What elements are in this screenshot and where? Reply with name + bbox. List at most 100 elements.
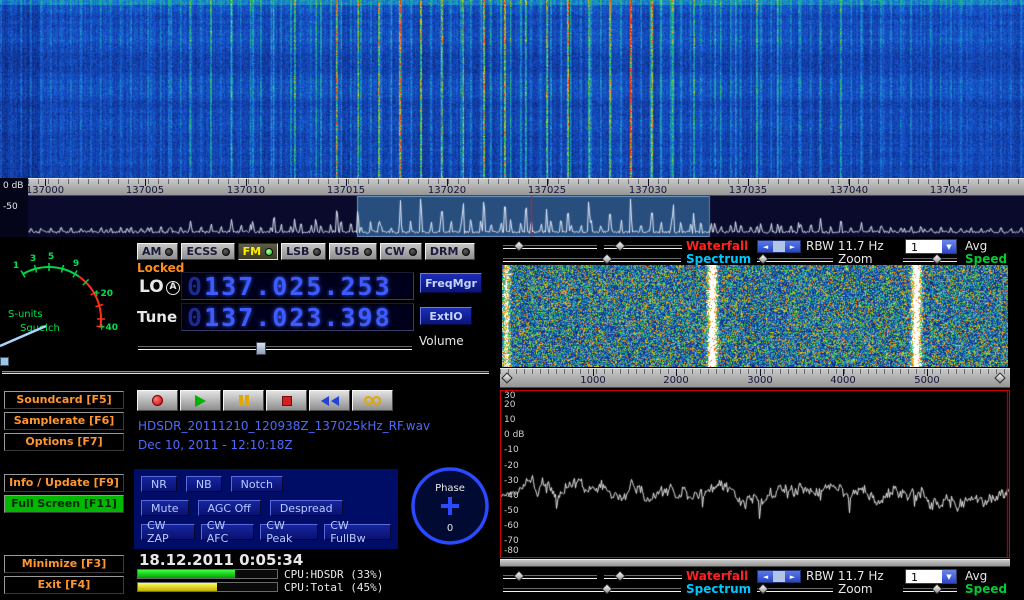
mode-am-button[interactable]: AM	[137, 243, 178, 260]
rbw-decrease-icon[interactable]: ◄	[758, 241, 773, 252]
squelch-handle[interactable]	[0, 357, 9, 366]
cw-fullbw-button[interactable]: CW FullBw	[324, 524, 391, 540]
recording-filename: HDSDR_20111210_120938Z_137025kHz_RF.wav	[138, 419, 430, 433]
audio-frequency-scale[interactable]: 1000 2000 3000 4000 5000	[500, 368, 1010, 388]
squelch-slider-track[interactable]	[2, 371, 489, 374]
freqmgr-button[interactable]: FreqMgr	[420, 273, 482, 293]
mode-drm-button[interactable]: DRM	[425, 243, 476, 260]
audio-scale-left-handle[interactable]	[501, 372, 512, 383]
rewind-icon	[321, 396, 329, 406]
rewind-button[interactable]	[309, 390, 350, 411]
lock-badge[interactable]: A	[166, 281, 180, 295]
audio-scale-right-handle[interactable]	[994, 372, 1005, 383]
s-meter-label: 5	[48, 252, 54, 262]
lo-label: LO	[139, 277, 164, 297]
waterfall-lower-handle-bottom[interactable]	[614, 570, 625, 581]
rbw-label-bottom: RBW 11.7 Hz	[806, 569, 884, 583]
volume-slider-handle[interactable]	[256, 342, 266, 355]
audio-waterfall-display[interactable]	[502, 265, 1008, 367]
mode-lsb-button[interactable]: LSB	[281, 243, 326, 260]
zoom-handle-bottom[interactable]	[757, 583, 768, 594]
extio-button[interactable]: ExtIO	[420, 307, 472, 325]
usb-led-icon	[364, 248, 372, 256]
main-frequency-scale[interactable]: 137000 137005 137010 137015 137020 13702…	[28, 178, 1024, 196]
speed-handle[interactable]	[931, 253, 942, 264]
spectrum-range-handle[interactable]	[601, 253, 612, 264]
fm-led-icon	[265, 248, 273, 256]
play-button[interactable]	[180, 390, 221, 411]
spectrum-range-handle-bottom[interactable]	[601, 583, 612, 594]
rbw-increase-icon[interactable]: ►	[785, 241, 800, 252]
play-icon	[195, 395, 206, 407]
chevron-down-icon[interactable]: ▼	[942, 240, 956, 253]
waterfall-lower-slider-bottom[interactable]	[604, 575, 682, 579]
tune-frequency-display[interactable]: 0137.023.398	[181, 303, 414, 331]
agc-off-button[interactable]: AGC Off	[198, 500, 261, 516]
fullscreen-button[interactable]: Full Screen [F11]	[4, 495, 124, 513]
soundcard-button[interactable]: Soundcard [F5]	[4, 391, 124, 409]
audio-spectrum-panel: 30 20 10 0 dB -10 -20 -30 -40 -50 -60 -7…	[500, 390, 1010, 558]
chevron-down-icon[interactable]: ▼	[942, 570, 956, 583]
mode-fm-button[interactable]: FM	[238, 243, 278, 260]
record-icon	[152, 395, 163, 406]
spectrum-range-slider[interactable]	[503, 258, 681, 262]
info-update-button[interactable]: Info / Update [F9]	[4, 474, 124, 492]
speed-handle-bottom[interactable]	[931, 583, 942, 594]
options-button[interactable]: Options [F7]	[4, 433, 124, 451]
main-waterfall-display[interactable]	[0, 0, 1024, 178]
zoom-slider-bottom[interactable]	[757, 588, 833, 592]
waterfall-upper-slider-bottom[interactable]	[503, 575, 597, 579]
hdsdr-window: 0 dB 137000 137005 137010 137015 137020 …	[0, 0, 1024, 600]
waterfall-upper-handle-bottom[interactable]	[513, 570, 524, 581]
zoom-slider[interactable]	[757, 258, 833, 262]
db-axis-label: -70	[504, 536, 519, 546]
despread-button[interactable]: Despread	[270, 500, 343, 516]
rbw-increase-icon[interactable]: ►	[785, 571, 800, 582]
cpu-total-label: CPU:Total (45%)	[284, 581, 383, 594]
speed-label-bottom: Speed	[965, 582, 1007, 596]
samplerate-button[interactable]: Samplerate [F6]	[4, 412, 124, 430]
cw-afc-button[interactable]: CW AFC	[201, 524, 255, 540]
nb-button[interactable]: NB	[186, 476, 222, 492]
cw-zap-button[interactable]: CW ZAP	[141, 524, 195, 540]
freq-tick-label: 137015	[327, 185, 365, 196]
avg-select[interactable]: 1 ▼	[905, 239, 957, 254]
nr-button[interactable]: NR	[141, 476, 177, 492]
audio-tick-label: 4000	[830, 375, 855, 386]
loop-button[interactable]	[352, 390, 393, 411]
audio-scrollbar[interactable]	[500, 559, 1010, 567]
rbw-decrease-icon[interactable]: ◄	[758, 571, 773, 582]
waterfall-upper-slider[interactable]	[503, 245, 597, 249]
speed-slider[interactable]	[903, 258, 957, 262]
zoom-handle[interactable]	[757, 253, 768, 264]
spectrum-range-slider-bottom[interactable]	[503, 588, 681, 592]
minimize-button[interactable]: Minimize [F3]	[4, 555, 124, 573]
waterfall-lower-handle[interactable]	[614, 240, 625, 251]
rbw-spinner[interactable]: ◄ ►	[757, 240, 801, 253]
speed-slider-bottom[interactable]	[903, 588, 957, 592]
mode-usb-button[interactable]: USB	[329, 243, 376, 260]
exit-button[interactable]: Exit [F4]	[4, 576, 124, 594]
volume-label: Volume	[419, 334, 464, 348]
pause-button[interactable]	[223, 390, 264, 411]
waterfall-label: Waterfall	[686, 239, 748, 253]
record-button[interactable]	[137, 390, 178, 411]
avg-select-bottom[interactable]: 1 ▼	[905, 569, 957, 584]
pause-icon	[239, 395, 243, 406]
lo-frequency-display[interactable]: 0137.025.253	[181, 272, 414, 300]
mode-cw-button[interactable]: CW	[380, 243, 422, 260]
mute-button[interactable]: Mute	[141, 500, 189, 516]
mode-ecss-button[interactable]: ECSS	[181, 243, 234, 260]
notch-button[interactable]: Notch	[231, 476, 283, 492]
waterfall-upper-handle[interactable]	[513, 240, 524, 251]
audio-spectrum-display[interactable]	[501, 391, 1009, 557]
freq-tick-label: 137035	[729, 185, 767, 196]
minor-ticks	[28, 179, 1024, 184]
stop-button[interactable]	[266, 390, 307, 411]
volume-slider[interactable]	[138, 346, 412, 350]
rbw-spinner-bottom[interactable]: ◄ ►	[757, 570, 801, 583]
cw-peak-button[interactable]: CW Peak	[260, 524, 318, 540]
main-spectrum-display[interactable]	[28, 196, 1024, 237]
waterfall-lower-slider[interactable]	[604, 245, 682, 249]
stop-icon	[282, 396, 292, 406]
